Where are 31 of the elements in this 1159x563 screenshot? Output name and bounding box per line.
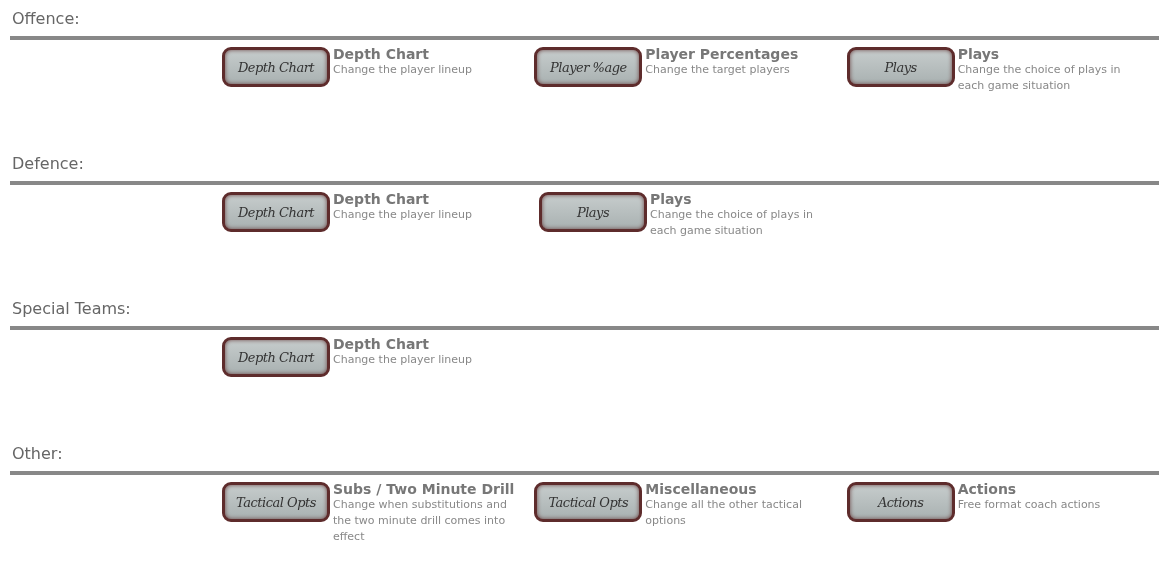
- item-description: Change all the other tactical options: [645, 497, 803, 529]
- item-title: Plays: [957, 47, 1001, 62]
- item-description: Free format coach actions: [957, 497, 1102, 513]
- item-description: Change the player lineup: [333, 352, 474, 368]
- item-title: Depth Chart: [333, 337, 430, 352]
- section-heading: Other:: [11, 443, 64, 465]
- menu-button[interactable]: Actions: [846, 482, 955, 522]
- item-description: Change the choice of plays in each game situation: [650, 207, 814, 239]
- item-description: Change the player lineup: [333, 207, 474, 223]
- item-title: Subs / Two Minute Drill: [333, 482, 516, 497]
- item-title: Depth Chart: [333, 192, 430, 207]
- item-title: Depth Chart: [333, 47, 430, 62]
- section-heading: Offence:: [11, 8, 81, 30]
- section-heading: Defence:: [11, 153, 85, 175]
- menu-button[interactable]: Tactical Opts: [222, 482, 330, 522]
- menu-button[interactable]: Plays: [846, 47, 955, 87]
- menu-button[interactable]: Plays: [539, 192, 647, 232]
- menu-button[interactable]: Depth Chart: [222, 337, 330, 377]
- item-description: Change the player lineup: [333, 62, 474, 78]
- item-description: Change the choice of plays in each game situation: [957, 62, 1122, 94]
- item-description: Change when substitutions and the two minute drill comes into effect: [333, 497, 508, 545]
- menu-button[interactable]: Player %age: [534, 47, 643, 87]
- menu-button[interactable]: Tactical Opts: [534, 482, 643, 522]
- item-title: Plays: [650, 192, 693, 207]
- item-title: Actions: [957, 482, 1018, 497]
- menu-button[interactable]: Depth Chart: [222, 192, 330, 232]
- item-title: Player Percentages: [645, 47, 800, 62]
- item-description: Change the target players: [645, 62, 791, 78]
- menu-button[interactable]: Depth Chart: [222, 47, 330, 87]
- item-title: Miscellaneous: [645, 482, 758, 497]
- section-heading: Special Teams:: [11, 298, 132, 320]
